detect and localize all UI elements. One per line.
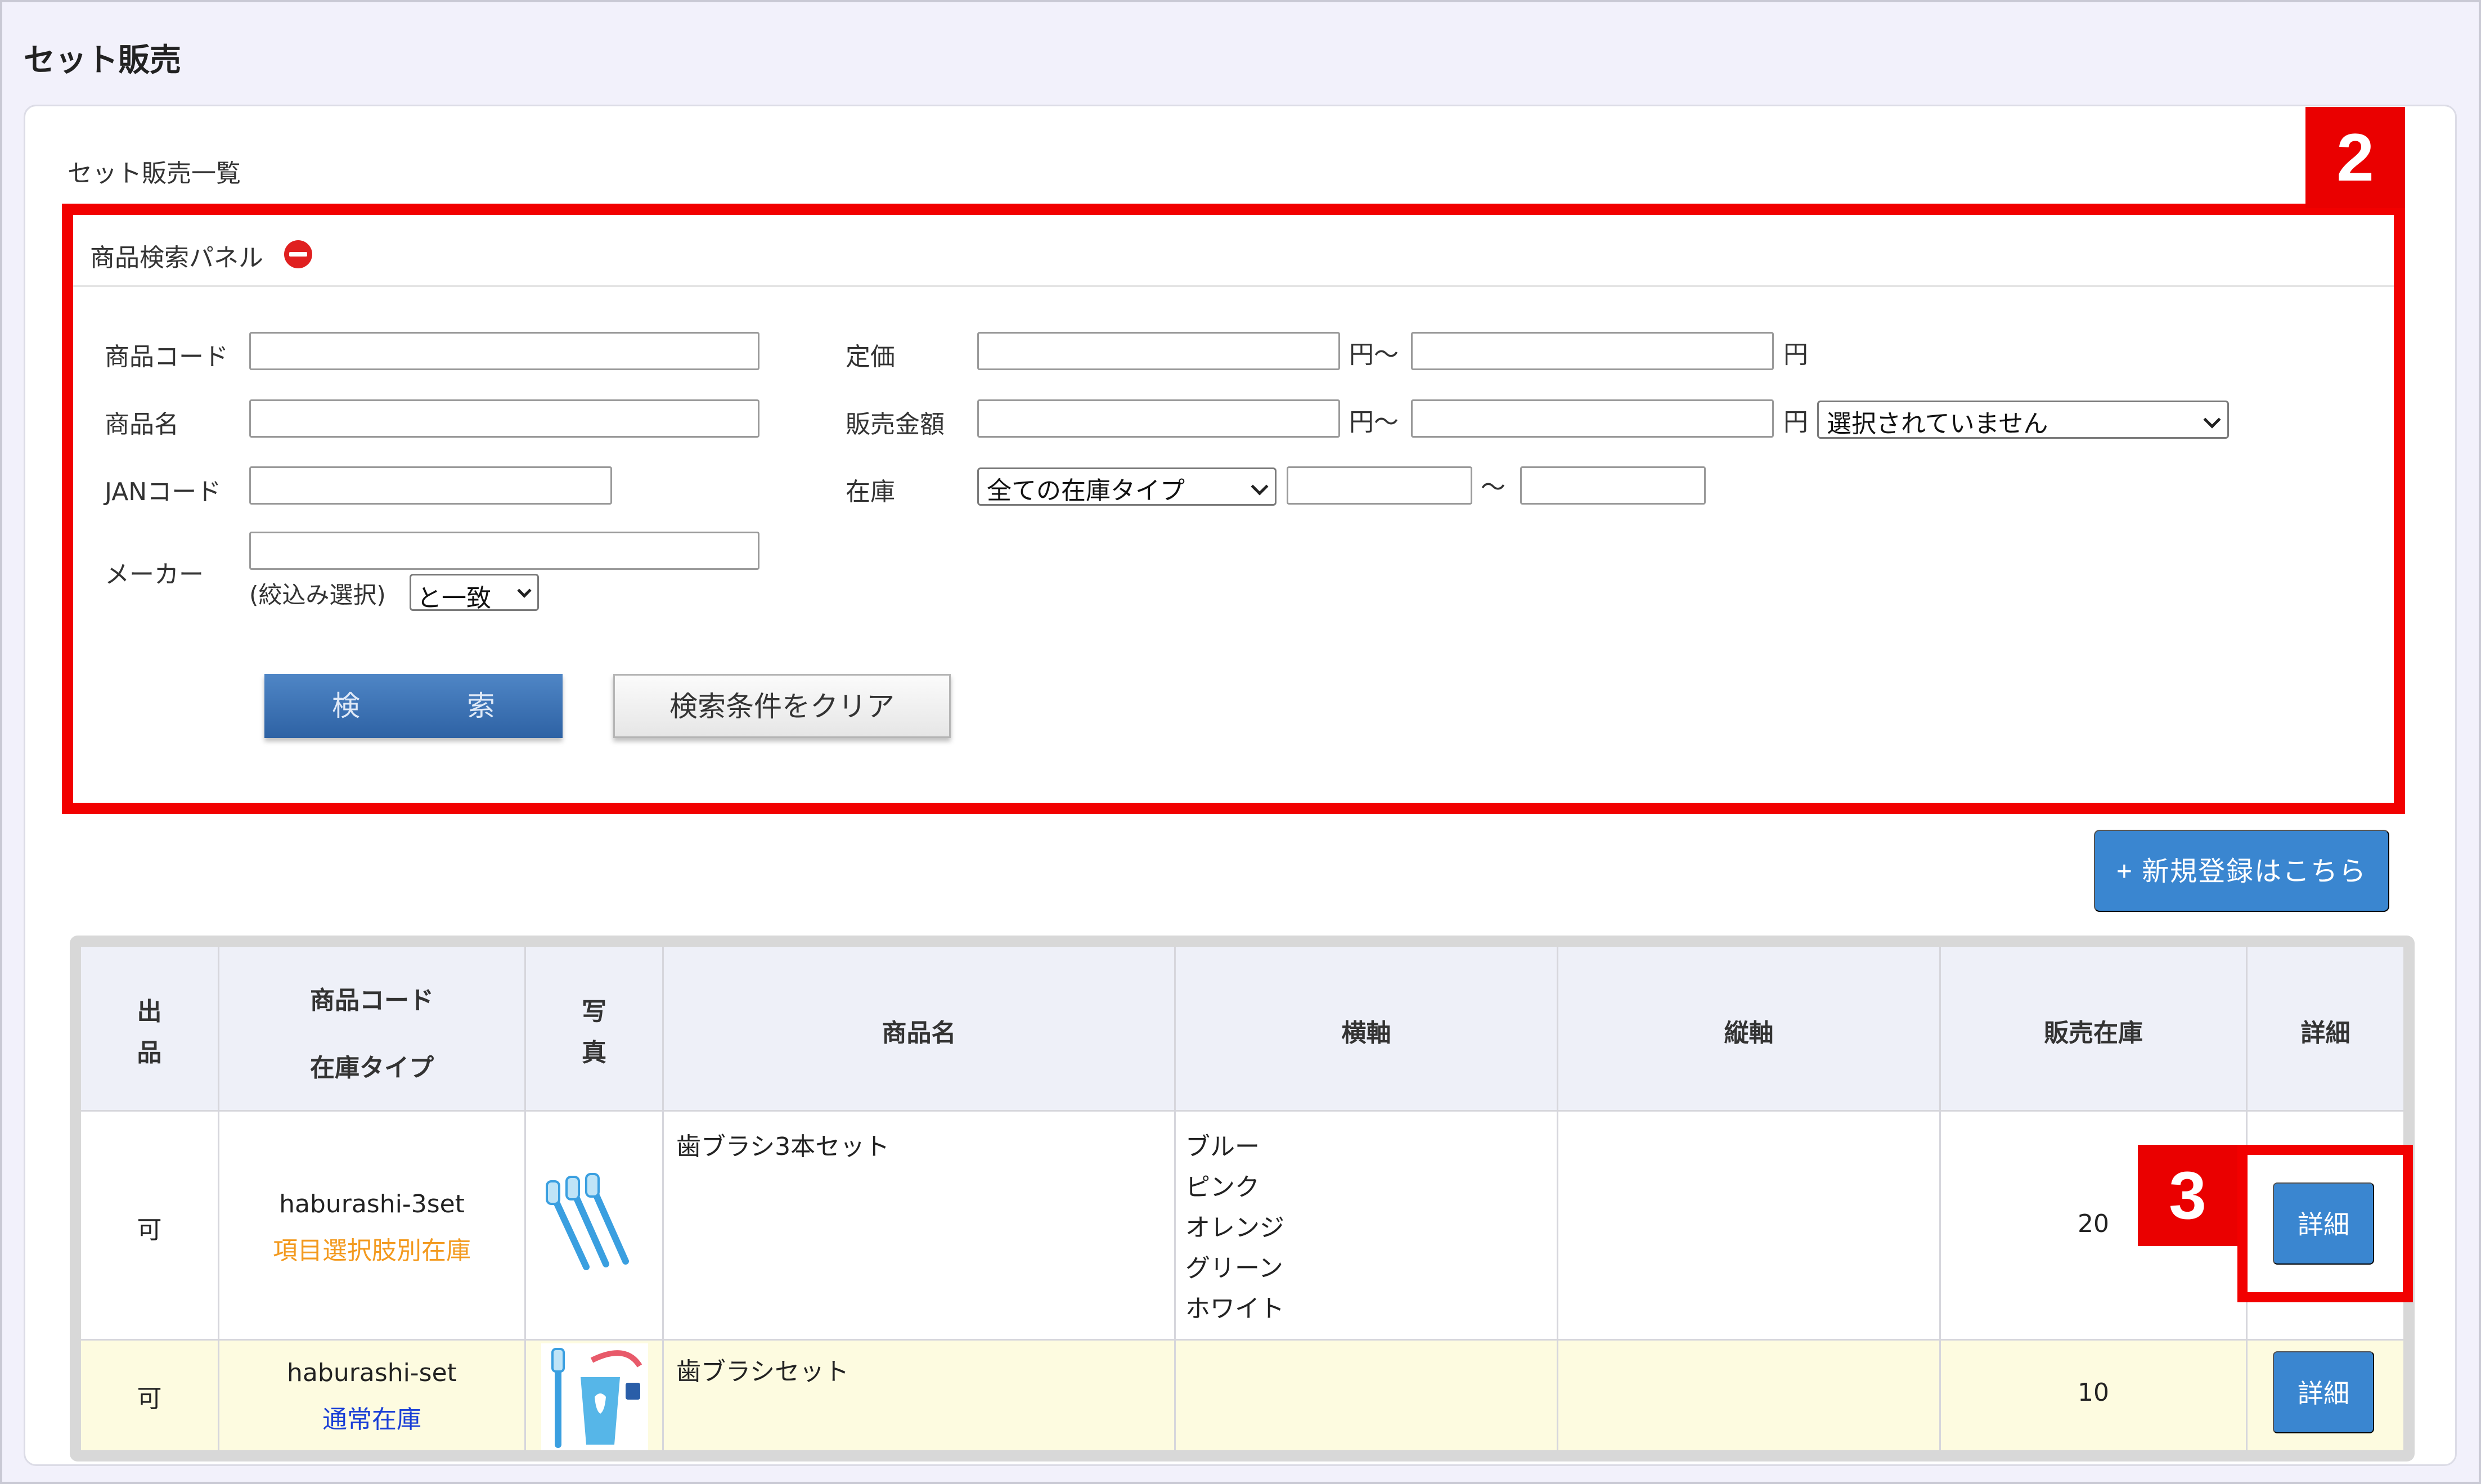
row1-horizontal-4: グリーン: [1185, 1254, 1283, 1283]
header-photo-1: 写: [582, 997, 606, 1026]
header-name: 商品名: [882, 1019, 956, 1047]
header-detail: 詳細: [2300, 1019, 2350, 1047]
header-stock-type: 在庫タイプ: [310, 1054, 434, 1082]
row1-stock-type: 項目選択肢別在庫: [273, 1236, 471, 1265]
header-vertical-axis: 縦軸: [1724, 1019, 1774, 1047]
toothbrush-3set-image: [546, 1173, 629, 1270]
row2-name: 歯ブラシセット: [676, 1357, 850, 1386]
row1-code: haburashi-3set: [279, 1190, 465, 1218]
row-divider: [81, 1110, 2403, 1112]
row1-horizontal-1: ブルー: [1185, 1132, 1260, 1161]
row1-listing: 可: [137, 1216, 162, 1244]
row2-code: haburashi-set: [287, 1359, 457, 1387]
list-title: セット販売一覧: [68, 159, 241, 188]
header-listing-1: 出: [137, 997, 162, 1026]
toothbrush-set-image: [541, 1343, 648, 1450]
annotation-badge-3: 3: [2138, 1145, 2237, 1246]
row-divider: [81, 1339, 2403, 1341]
row2-stock-type: 通常在庫: [322, 1405, 421, 1434]
annotation-badge-2: 2: [2305, 107, 2405, 208]
row2-detail-button[interactable]: 詳細: [2273, 1351, 2374, 1433]
row1-horizontal-3: オレンジ: [1185, 1213, 1284, 1242]
row1-horizontal-5: ホワイト: [1185, 1294, 1284, 1323]
new-registration-button[interactable]: + 新規登録はこちら: [2094, 830, 2389, 912]
header-listing-2: 品: [137, 1038, 162, 1067]
header-photo-2: 真: [582, 1038, 606, 1067]
row2-sale-stock: 10: [2078, 1378, 2109, 1407]
header-sale-stock: 販売在庫: [2044, 1019, 2143, 1047]
header-horizontal-axis: 横軸: [1341, 1019, 1391, 1047]
page-title: セット販売: [24, 42, 181, 79]
row1-horizontal-2: ピンク: [1185, 1173, 1260, 1202]
annotation-frame-detail: [2237, 1145, 2413, 1302]
row2-listing: 可: [137, 1384, 162, 1413]
annotation-frame-search-panel: [62, 204, 2405, 814]
row1-name: 歯ブラシ3本セット: [676, 1132, 890, 1161]
header-code: 商品コード: [310, 986, 434, 1015]
